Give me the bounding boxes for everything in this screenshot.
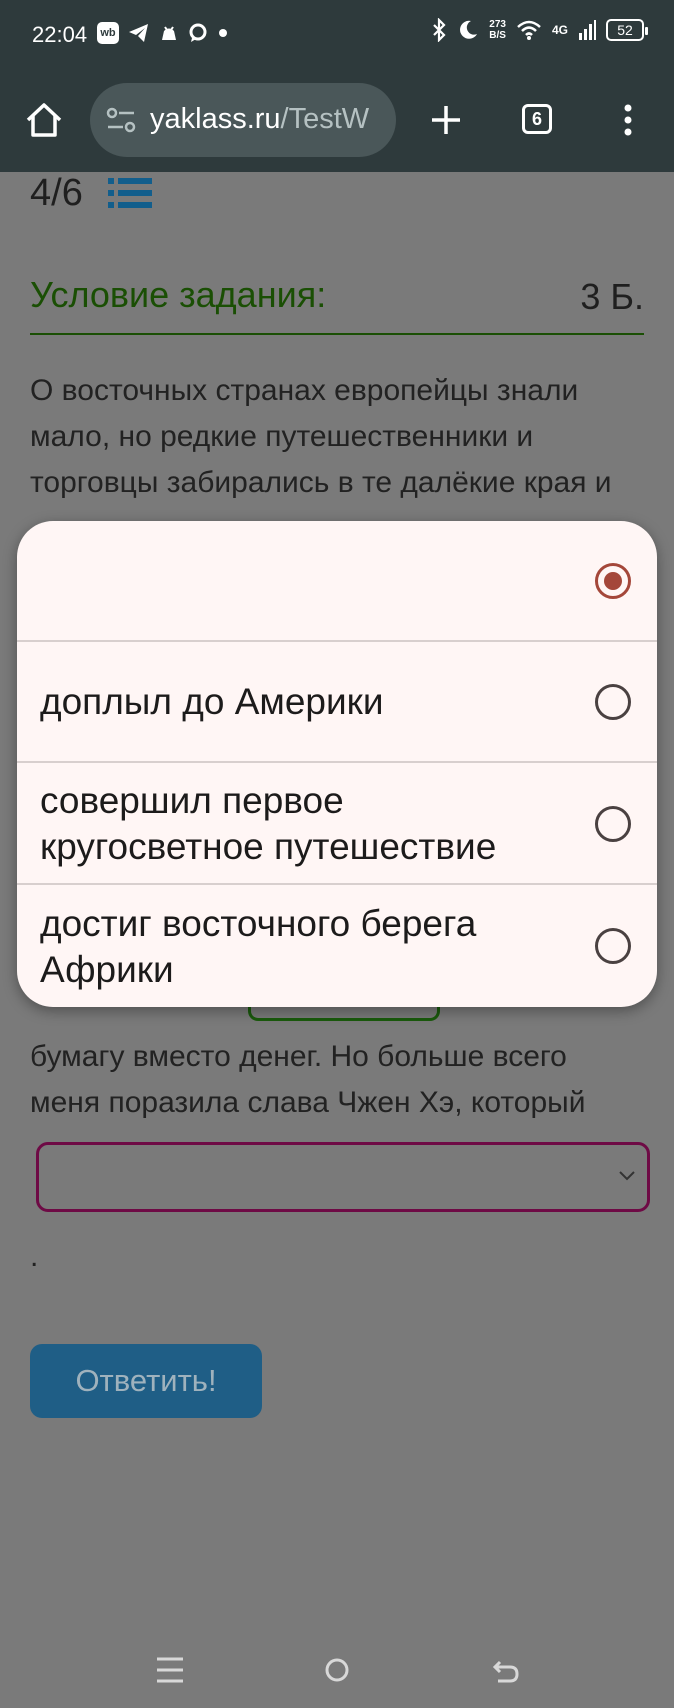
option-label: достиг восточного берега Африки [40, 902, 477, 990]
option-label: доплыл до Америки [40, 680, 384, 722]
option-label: совершил первое кругосветное путешествие [40, 779, 497, 867]
url-bar[interactable]: yaklass.ru/TestW [90, 83, 396, 157]
wifi-icon [517, 20, 541, 40]
back-icon[interactable] [492, 1656, 520, 1684]
chat-bubble-icon [189, 23, 207, 42]
dropdown-option-america[interactable]: доплыл до Америки [17, 642, 657, 763]
task-progress: 4/6 [30, 172, 83, 214]
radio-icon[interactable] [595, 928, 631, 964]
battery-level: 52 [617, 22, 633, 38]
recents-menu-icon[interactable] [157, 1656, 183, 1684]
url-path: /TestW [280, 103, 370, 135]
status-bar: 22:04 wb 273 B/S 4G 52 [0, 0, 674, 68]
status-time: 22:04 [32, 22, 88, 47]
network-type: 4G [551, 23, 568, 37]
battery-icon: 52 [606, 19, 648, 41]
browser-top-area: 22:04 wb 273 B/S 4G 52 yaklass.ru/TestW … [0, 0, 674, 172]
net-speed-value: 273 [489, 19, 506, 30]
dropdown-option-empty[interactable] [17, 521, 657, 642]
system-nav-bar [0, 1616, 674, 1708]
moon-icon [460, 20, 478, 39]
radio-icon[interactable] [595, 806, 631, 842]
status-right-icons: 273 B/S 4G 52 [431, 18, 648, 42]
dropdown-option-circumnavigation[interactable]: совершил первое кругосветное путешествие [17, 764, 657, 885]
radio-selected-icon[interactable] [595, 563, 631, 599]
notification-icons: wb [97, 22, 229, 44]
task-paragraph-top: О восточных странах европейцы знали мало… [30, 374, 612, 499]
tabs-icon[interactable]: 6 [522, 104, 552, 134]
trailing-period: . [30, 1240, 39, 1273]
radio-dot [604, 572, 622, 590]
android-icon [162, 26, 176, 40]
radio-icon[interactable] [595, 684, 631, 720]
tab-count: 6 [531, 108, 542, 129]
url-text[interactable]: yaklass.ru/TestW [150, 103, 369, 136]
home-circle-icon[interactable] [324, 1656, 350, 1684]
tune-icon[interactable] [106, 107, 136, 133]
condition-title: Условие задания: [30, 274, 327, 315]
list-icon[interactable] [108, 178, 152, 208]
condition-divider [30, 333, 644, 335]
net-speed: 273 B/S [489, 19, 506, 41]
select-dropdown: доплыл до Америки совершил первое кругос… [17, 521, 657, 1007]
net-speed-unit: B/S [489, 30, 506, 41]
home-icon[interactable] [24, 100, 64, 140]
task-paragraph-bottom: бумагу вместо денег. Но больше всего мен… [30, 1040, 586, 1119]
answer-select[interactable] [36, 1142, 650, 1212]
telegram-icon [129, 24, 148, 42]
dot-icon [219, 29, 227, 37]
task-points: 3 Б. [580, 276, 644, 317]
plus-icon[interactable] [426, 100, 466, 140]
chevron-down-icon [619, 1171, 635, 1181]
signal-icon [579, 20, 596, 40]
bluetooth-icon [433, 18, 446, 42]
wb-icon: wb [97, 22, 119, 44]
answer-button[interactable]: Ответить! [30, 1344, 262, 1418]
url-domain: yaklass.ru [150, 103, 281, 135]
more-vert-icon[interactable] [616, 102, 640, 138]
dropdown-option-africa[interactable]: достиг восточного берега Африки [17, 886, 657, 1007]
